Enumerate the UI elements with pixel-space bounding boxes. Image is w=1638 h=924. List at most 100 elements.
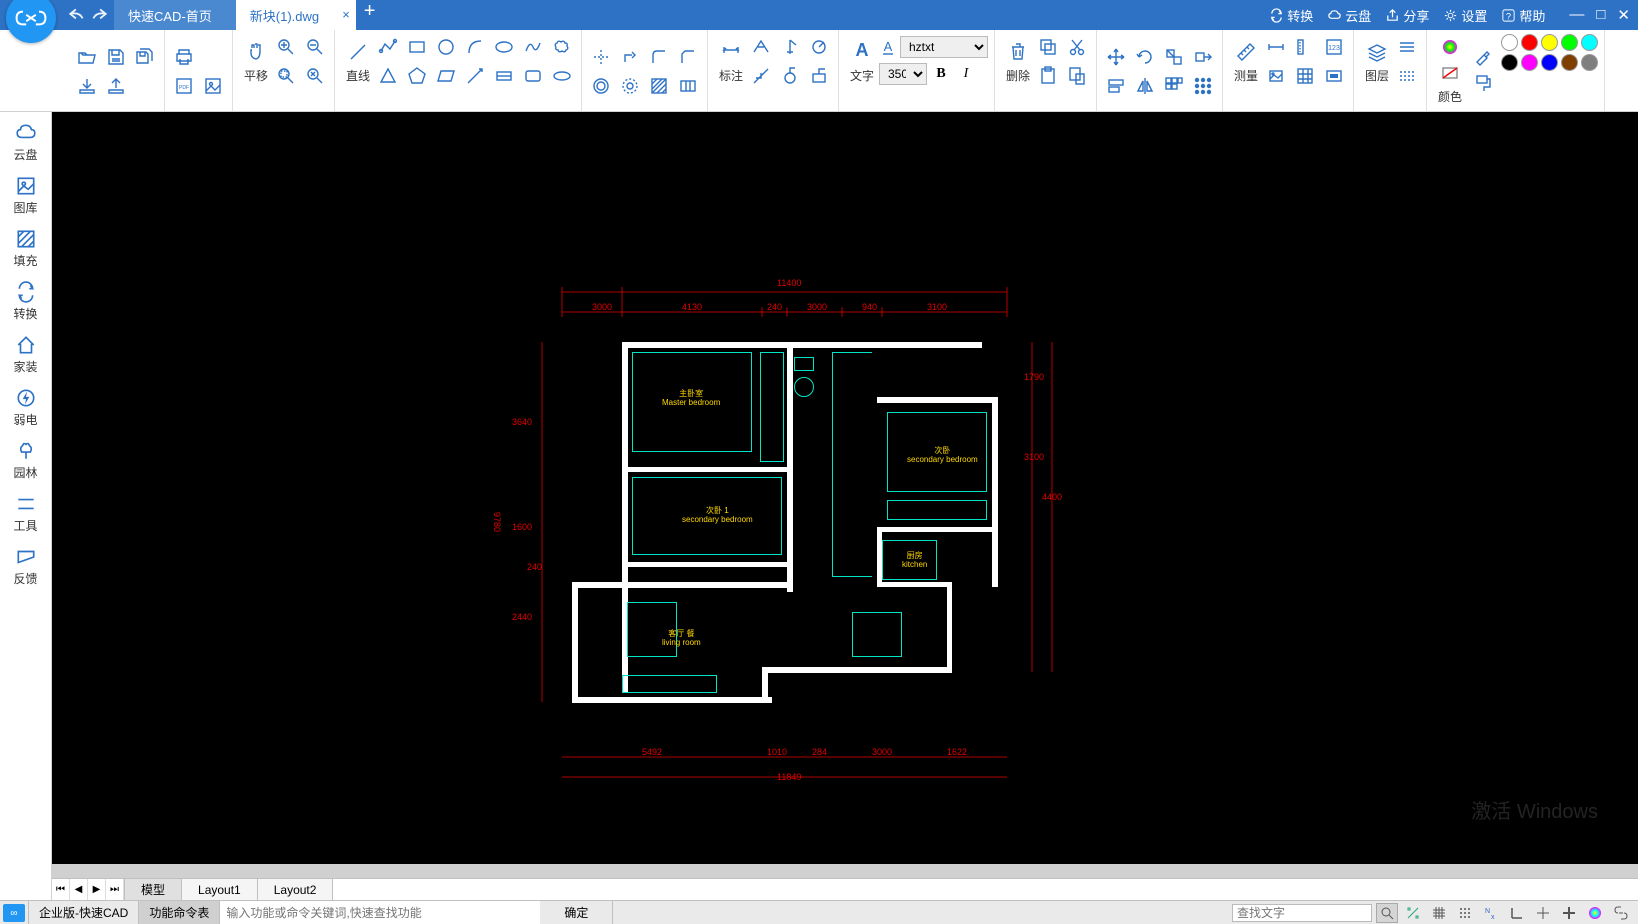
dim2-icon[interactable] [777, 34, 803, 60]
cloud-button[interactable]: 云盘 [1327, 6, 1371, 25]
print-icon[interactable] [171, 44, 197, 70]
meas1-icon[interactable] [1263, 34, 1289, 60]
polyline-icon[interactable] [375, 34, 401, 60]
grid2-icon[interactable] [1454, 903, 1476, 923]
xy-icon[interactable]: Nx [1480, 903, 1502, 923]
chamfer-icon[interactable] [675, 44, 701, 70]
grid-icon[interactable] [1428, 903, 1450, 923]
extend-icon[interactable] [617, 44, 643, 70]
tab-home[interactable]: 快速CAD-首页 [114, 0, 236, 30]
hatch-icon[interactable] [646, 73, 672, 99]
tab-add-button[interactable]: + [356, 0, 384, 30]
link-icon[interactable] [1610, 903, 1632, 923]
paste2-icon[interactable] [1064, 63, 1090, 89]
pan-icon[interactable] [243, 39, 269, 65]
offset-icon[interactable] [588, 73, 614, 99]
arc-icon[interactable] [462, 34, 488, 60]
ltab-last-icon[interactable]: ⏭ [106, 879, 124, 900]
spline-icon[interactable] [520, 34, 546, 60]
rotate-icon[interactable] [1132, 44, 1158, 70]
pdf-icon[interactable]: PDF [171, 73, 197, 99]
zoomin-icon[interactable] [273, 34, 299, 60]
line-icon[interactable] [345, 39, 371, 65]
sidebar-gallery[interactable]: 图库 [0, 169, 51, 222]
pentagon-icon[interactable] [404, 63, 430, 89]
app-small-icon[interactable]: ∞ [3, 904, 25, 922]
color-brown[interactable] [1561, 54, 1578, 71]
oval2-icon[interactable] [549, 63, 575, 89]
text-match-icon[interactable]: A [879, 34, 897, 60]
lay2-icon[interactable] [1394, 63, 1420, 89]
paste-icon[interactable] [1035, 63, 1061, 89]
break-icon[interactable] [675, 73, 701, 99]
share-button[interactable]: 分享 [1385, 6, 1429, 25]
sidebar-cloud[interactable]: 云盘 [0, 116, 51, 169]
dim3-icon[interactable] [806, 34, 832, 60]
fillet-icon[interactable] [646, 44, 672, 70]
saveall-icon[interactable] [132, 44, 158, 70]
dim1-icon[interactable] [748, 34, 774, 60]
lay1-icon[interactable] [1394, 34, 1420, 60]
sidebar-landscape[interactable]: 园林 [0, 434, 51, 487]
layout-2[interactable]: Layout2 [258, 879, 334, 900]
ellipse-icon[interactable] [491, 34, 517, 60]
cross-icon[interactable] [1558, 903, 1580, 923]
export-icon[interactable] [103, 73, 129, 99]
copy-icon[interactable] [1035, 34, 1061, 60]
maximize-icon[interactable]: □ [1596, 6, 1605, 24]
scale-icon[interactable] [1161, 44, 1187, 70]
bold-button[interactable]: B [930, 63, 952, 85]
meas3-icon[interactable]: 123 [1321, 34, 1347, 60]
ltab-next-icon[interactable]: ▶ [88, 879, 106, 900]
ok-button[interactable]: 确定 [540, 901, 613, 924]
tab-drawing[interactable]: 新块(1).dwg× [236, 0, 356, 30]
sidebar-convert[interactable]: 转换 [0, 275, 51, 328]
sidebar-tools[interactable]: 工具 [0, 487, 51, 540]
cut-icon[interactable] [1064, 34, 1090, 60]
color-white[interactable] [1501, 34, 1518, 51]
color-blue[interactable] [1541, 54, 1558, 71]
rectr-icon[interactable] [520, 63, 546, 89]
rect-icon[interactable] [404, 34, 430, 60]
font-select[interactable]: hztxt [900, 36, 988, 58]
color-yellow[interactable] [1541, 34, 1558, 51]
meas2-icon[interactable] [1292, 34, 1318, 60]
color-cyan[interactable] [1581, 34, 1598, 51]
osnap-icon[interactable] [1402, 903, 1424, 923]
help-button[interactable]: ?帮助 [1501, 6, 1545, 25]
triangle-icon[interactable] [375, 63, 401, 89]
array2-icon[interactable] [1190, 73, 1216, 99]
sidebar-hatch[interactable]: 填充 [0, 222, 51, 275]
zoomout-icon[interactable] [302, 34, 328, 60]
sidebar-feedback[interactable]: 反馈 [0, 540, 51, 593]
zoomwin-icon[interactable] [273, 63, 299, 89]
color-gray[interactable] [1581, 54, 1598, 71]
ltab-first-icon[interactable]: ⏮ [52, 879, 70, 900]
dim4-icon[interactable] [748, 63, 774, 89]
h-scrollbar[interactable] [52, 864, 1638, 878]
layout-model[interactable]: 模型 [125, 879, 182, 900]
bylayer-icon[interactable] [1437, 60, 1463, 86]
color-red[interactable] [1521, 34, 1538, 51]
dimension-icon[interactable] [718, 39, 744, 65]
undo-icon[interactable] [68, 6, 86, 24]
parallelogram-icon[interactable] [433, 63, 459, 89]
trim-icon[interactable] [588, 44, 614, 70]
convert-button[interactable]: 转换 [1269, 6, 1313, 25]
ortho-icon[interactable] [1506, 903, 1528, 923]
mirror-icon[interactable] [1132, 73, 1158, 99]
measure-icon[interactable] [1233, 39, 1259, 65]
layout-1[interactable]: Layout1 [182, 879, 258, 900]
align-icon[interactable] [1103, 73, 1129, 99]
circle-icon[interactable] [433, 34, 459, 60]
revcloud-icon[interactable] [549, 34, 575, 60]
formatpaint-icon[interactable] [1469, 70, 1495, 96]
polar-icon[interactable] [1532, 903, 1554, 923]
import-icon[interactable] [74, 73, 100, 99]
dim5-icon[interactable] [777, 63, 803, 89]
search-icon[interactable] [1376, 903, 1398, 923]
command-input[interactable] [220, 901, 540, 924]
ray-icon[interactable] [462, 63, 488, 89]
move-icon[interactable] [1103, 44, 1129, 70]
matchprop-icon[interactable] [1469, 44, 1495, 70]
